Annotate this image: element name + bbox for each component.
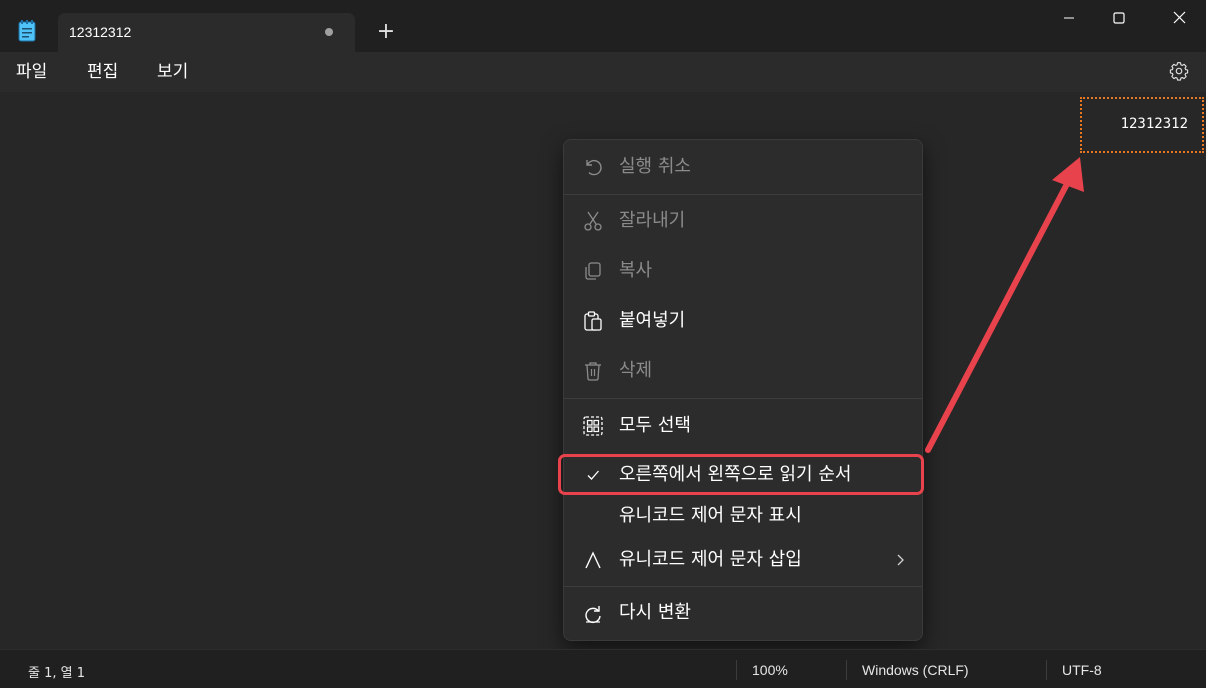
tab-document[interactable]: 12312312 bbox=[58, 13, 355, 52]
maximize-icon[interactable] bbox=[1096, 2, 1142, 34]
status-line-ending[interactable]: Windows (CRLF) bbox=[862, 662, 969, 678]
menu-divider bbox=[564, 194, 922, 195]
status-cursor-position: 줄 1, 열 1 bbox=[28, 666, 85, 681]
gear-icon[interactable] bbox=[1168, 60, 1190, 82]
copy-icon bbox=[585, 262, 601, 280]
menu-item-show-unicode-control[interactable]: 유니코드 제어 문자 표시 bbox=[568, 496, 918, 536]
menu-item-label: 복사 bbox=[619, 260, 653, 281]
menu-item-select-all[interactable]: 모두 선택 bbox=[568, 406, 918, 446]
menu-item-insert-unicode-control[interactable]: 유니코드 제어 문자 삽입 bbox=[568, 540, 918, 580]
unsaved-dot-icon[interactable] bbox=[325, 28, 333, 36]
menu-item-paste[interactable]: 붙여넣기 bbox=[568, 301, 918, 341]
minimize-icon[interactable] bbox=[1046, 2, 1092, 34]
editor-text[interactable]: 12312312 bbox=[1080, 97, 1204, 153]
menu-file[interactable]: 파일 bbox=[16, 60, 47, 84]
menu-item-label: 잘라내기 bbox=[619, 210, 686, 231]
menu-bar: 파일 편집 보기 bbox=[0, 52, 1206, 92]
status-zoom[interactable]: 100% bbox=[752, 662, 788, 678]
status-divider bbox=[736, 660, 737, 680]
context-menu: 실행 취소 잘라내기 복사 붙여넣기 삭제 모두 선택 오른쪽에서 왼쪽으로 읽… bbox=[563, 139, 923, 641]
undo-icon bbox=[586, 159, 602, 176]
trash-icon bbox=[585, 362, 601, 381]
status-divider bbox=[846, 660, 847, 680]
notepad-icon bbox=[18, 20, 36, 42]
title-bar: 12312312 + bbox=[0, 0, 1206, 52]
menu-item-label: 붙여넣기 bbox=[619, 310, 686, 331]
menu-item-label: 삭제 bbox=[619, 360, 653, 381]
paste-icon bbox=[584, 311, 602, 331]
status-divider bbox=[1046, 660, 1047, 680]
select-all-icon bbox=[583, 416, 603, 436]
reconvert-icon bbox=[585, 606, 601, 624]
menu-item-label: 모두 선택 bbox=[619, 415, 691, 436]
menu-item-reconvert[interactable]: 다시 변환 bbox=[568, 593, 918, 633]
menu-divider bbox=[564, 398, 922, 399]
tab-title: 12312312 bbox=[69, 24, 132, 40]
menu-item-cut[interactable]: 잘라내기 bbox=[568, 201, 918, 241]
menu-divider bbox=[564, 586, 922, 587]
menu-item-label: 유니코드 제어 문자 삽입 bbox=[619, 549, 802, 570]
annotation-highlight-box bbox=[558, 454, 924, 495]
status-encoding[interactable]: UTF-8 bbox=[1062, 662, 1102, 678]
menu-item-label: 실행 취소 bbox=[619, 156, 691, 177]
menu-item-undo[interactable]: 실행 취소 bbox=[568, 147, 918, 187]
menu-item-label: 유니코드 제어 문자 표시 bbox=[619, 505, 802, 526]
scissors-icon bbox=[584, 211, 602, 231]
menu-edit[interactable]: 편집 bbox=[87, 60, 118, 84]
menu-item-delete[interactable]: 삭제 bbox=[568, 351, 918, 391]
new-tab-button[interactable]: + bbox=[372, 18, 400, 46]
chevron-right-icon bbox=[897, 554, 904, 566]
menu-item-copy[interactable]: 복사 bbox=[568, 251, 918, 291]
menu-item-label: 다시 변환 bbox=[619, 602, 691, 623]
unicode-insert-icon bbox=[585, 551, 601, 569]
menu-view[interactable]: 보기 bbox=[157, 60, 188, 84]
status-bar: 줄 1, 열 1 100% Windows (CRLF) UTF-8 bbox=[0, 649, 1206, 688]
close-icon[interactable] bbox=[1156, 2, 1202, 34]
